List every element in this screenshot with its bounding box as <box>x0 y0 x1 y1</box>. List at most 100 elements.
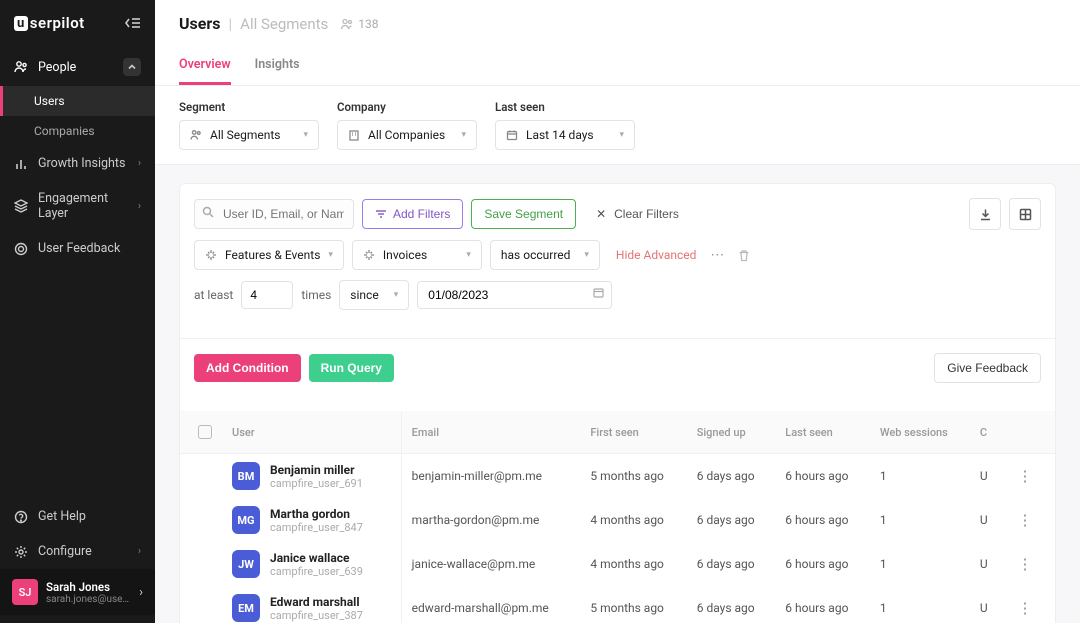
clear-filters-button[interactable]: ✕ Clear Filters <box>584 200 691 228</box>
nav-companies[interactable]: Companies <box>0 116 155 146</box>
table-row[interactable]: BM Benjamin miller campfire_user_691 ben… <box>180 454 1055 499</box>
date-input[interactable] <box>417 281 612 309</box>
nav-label: Get Help <box>38 509 86 524</box>
col-email: Email <box>401 411 580 454</box>
sidebar: userpilot People Users Companies Growth … <box>0 0 155 623</box>
lastseen-filter-label: Last seen <box>495 100 635 114</box>
add-filters-button[interactable]: Add Filters <box>362 199 463 229</box>
row-menu-icon[interactable]: ⋮ <box>1011 467 1038 485</box>
logo-badge: u <box>14 16 28 31</box>
chevron-down-icon: ▾ <box>466 250 471 260</box>
nav-get-help[interactable]: Get Help <box>0 499 155 534</box>
count: 138 <box>358 17 378 31</box>
building-icon <box>348 129 360 141</box>
nav-engagement-layer[interactable]: Engagement Layer › <box>0 181 155 231</box>
row-first-seen: 5 months ago <box>580 454 686 499</box>
since-dropdown[interactable]: since ▾ <box>339 280 409 310</box>
nav-people[interactable]: People <box>0 48 155 86</box>
table-row[interactable]: MG Martha gordon campfire_user_847 marth… <box>180 498 1055 542</box>
event-dropdown[interactable]: Invoices ▾ <box>352 240 482 270</box>
chevron-down-icon: ▾ <box>328 250 333 260</box>
chevron-right-icon: › <box>138 546 141 557</box>
row-c: U <box>970 454 1002 499</box>
row-user-id: campfire_user_639 <box>270 565 363 578</box>
columns-button[interactable] <box>1009 198 1041 230</box>
run-query-button[interactable]: Run Query <box>309 354 394 382</box>
user-name: Sarah Jones <box>46 580 131 594</box>
col-c: C <box>970 411 1002 454</box>
nav-label: Companies <box>34 124 95 138</box>
button-label: Save Segment <box>484 207 563 221</box>
collapse-sidebar-icon[interactable] <box>125 17 141 29</box>
main-content: Users | All Segments 138 Overview Insigh… <box>155 0 1080 623</box>
calendar-icon <box>506 129 518 141</box>
trash-icon[interactable] <box>738 249 750 262</box>
row-avatar: JW <box>232 550 260 578</box>
close-icon: ✕ <box>596 207 606 221</box>
row-first-seen: 4 months ago <box>580 498 686 542</box>
row-avatar: BM <box>232 462 260 490</box>
bar-chart-icon <box>14 157 28 171</box>
tab-insights[interactable]: Insights <box>255 47 300 85</box>
row-menu-icon[interactable]: ⋮ <box>1011 555 1038 573</box>
dropdown-value: All Segments <box>210 128 281 142</box>
row-last-seen: 6 hours ago <box>775 542 870 586</box>
dropdown-value: Features & Events <box>225 248 320 262</box>
current-user[interactable]: SJ Sarah Jones sarah.jones@userpil… › <box>0 569 155 615</box>
tab-overview[interactable]: Overview <box>179 47 231 85</box>
hide-advanced-link[interactable]: Hide Advanced <box>616 248 696 262</box>
row-menu-icon[interactable]: ⋮ <box>1011 511 1038 529</box>
button-label: Add Filters <box>393 207 450 221</box>
nav-configure[interactable]: Configure › <box>0 534 155 569</box>
company-filter-dropdown[interactable]: All Companies ▾ <box>337 120 477 150</box>
select-all-checkbox[interactable] <box>198 425 212 439</box>
condition-dropdown[interactable]: has occurred ▾ <box>490 240 600 270</box>
row-user-id: campfire_user_387 <box>270 609 363 622</box>
row-first-seen: 4 months ago <box>580 542 686 586</box>
chevron-down-icon: ▾ <box>303 130 308 140</box>
row-last-seen: 6 hours ago <box>775 454 870 499</box>
chevron-up-icon[interactable] <box>123 58 141 76</box>
add-condition-button[interactable]: Add Condition <box>194 354 301 382</box>
chevron-down-icon: ▾ <box>394 290 399 300</box>
save-segment-button[interactable]: Save Segment <box>471 199 576 229</box>
lastseen-filter-dropdown[interactable]: Last 14 days ▾ <box>495 120 635 150</box>
give-feedback-button[interactable]: Give Feedback <box>934 353 1041 383</box>
row-last-seen: 6 hours ago <box>775 498 870 542</box>
user-count: 138 <box>340 17 378 31</box>
query-panel: Add Filters Save Segment ✕ Clear Filters <box>179 183 1056 623</box>
col-first-seen: First seen <box>580 411 686 454</box>
row-user-id: campfire_user_847 <box>270 521 363 534</box>
nav-label: People <box>38 60 76 75</box>
row-menu-icon[interactable]: ⋮ <box>1011 599 1038 617</box>
chevron-down-icon: ▾ <box>461 130 466 140</box>
dropdown-value: Invoices <box>383 248 427 262</box>
row-user-name: Martha gordon <box>270 507 363 521</box>
help-icon <box>14 510 28 524</box>
row-web-sessions: 1 <box>870 542 970 586</box>
col-web-sessions: Web sessions <box>870 411 970 454</box>
nav-users[interactable]: Users <box>0 86 155 116</box>
nav-label: Growth Insights <box>38 156 125 171</box>
segment-filter-dropdown[interactable]: All Segments ▾ <box>179 120 319 150</box>
dropdown-value: Last 14 days <box>526 128 594 142</box>
download-button[interactable] <box>969 198 1001 230</box>
row-email: benjamin-miller@pm.me <box>401 454 580 499</box>
chevron-right-icon: › <box>138 158 141 169</box>
row-avatar: EM <box>232 594 260 622</box>
target-icon <box>14 242 28 256</box>
more-icon[interactable]: ⋯ <box>704 247 730 263</box>
calendar-icon[interactable] <box>593 287 604 298</box>
count-input[interactable] <box>241 281 293 309</box>
table-row[interactable]: JW Janice wallace campfire_user_639 jani… <box>180 542 1055 586</box>
nav-growth-insights[interactable]: Growth Insights › <box>0 146 155 181</box>
attribute-dropdown[interactable]: Features & Events ▾ <box>194 240 344 270</box>
table-row[interactable]: EM Edward marshall campfire_user_387 edw… <box>180 586 1055 623</box>
search-input[interactable] <box>194 199 354 229</box>
dropdown-value: All Companies <box>368 128 445 142</box>
chevron-right-icon: › <box>138 201 141 212</box>
chevron-down-icon: ▾ <box>584 250 589 260</box>
brand-logo: userpilot <box>14 14 85 32</box>
nav-user-feedback[interactable]: User Feedback <box>0 231 155 266</box>
row-last-seen: 6 hours ago <box>775 586 870 623</box>
